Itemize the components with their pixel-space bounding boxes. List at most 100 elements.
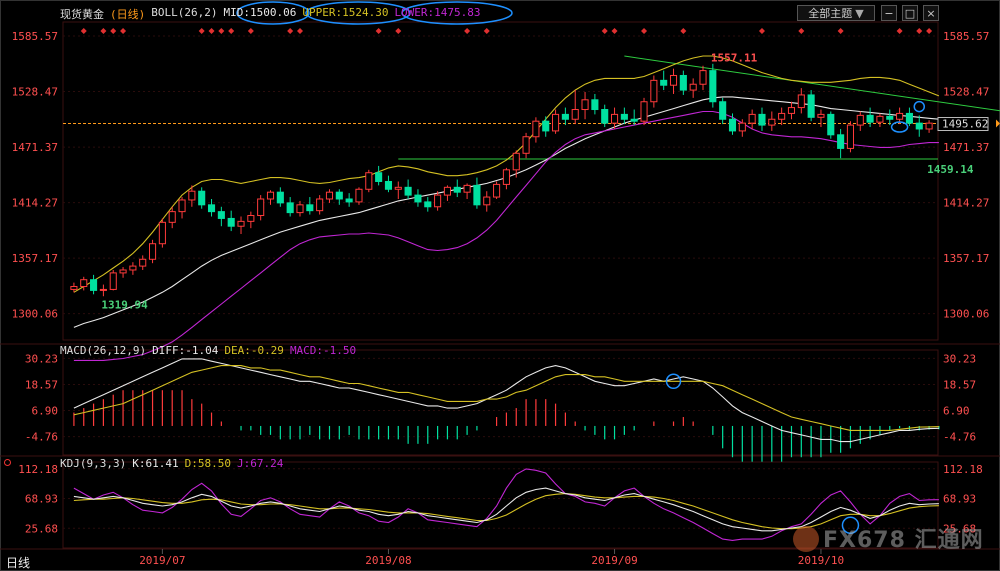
candle-body: [610, 113, 619, 124]
candle-body: [207, 204, 216, 213]
candle-body: [837, 134, 845, 149]
boll-lower-value: LOWER:1475.83: [394, 6, 481, 19]
y-tick-right: 1300.06: [943, 308, 989, 321]
signal-diamond-icon: [247, 28, 254, 34]
candle-body: [483, 196, 491, 206]
kdj-indicator-label[interactable]: KDJ(9,3,3): [60, 457, 126, 470]
close-button[interactable]: ×: [923, 5, 939, 21]
candle-body: [90, 279, 98, 291]
signal-diamond-icon: [296, 28, 303, 34]
theme-dropdown-label: 全部主题: [808, 7, 853, 20]
candle-body: [925, 122, 933, 130]
boll-upper-value: UPPER:1524.30: [302, 6, 389, 19]
panel-border-0: [62, 21, 939, 341]
y-tick-right: 1471.37: [943, 141, 989, 154]
signal-diamond-icon: [100, 28, 107, 34]
minimize-button[interactable]: −: [881, 5, 897, 21]
candle-body: [316, 198, 324, 212]
candlestick-panel[interactable]: 1557.11 1319.94 1459.14 1495.62: [63, 28, 1000, 361]
boll-mid-line: [73, 96, 939, 328]
kdj-d-value: D:58.50: [184, 457, 231, 470]
candle-body: [807, 94, 815, 118]
candle-body: [463, 184, 471, 193]
macd-dea-value: DEA:-0.29: [224, 344, 284, 357]
signal-diamond-icon: [120, 28, 127, 34]
y-tick-left: 1414.27: [12, 197, 58, 210]
signal-diamond-icon: [228, 28, 235, 34]
candle-body: [620, 113, 628, 120]
candle-body: [306, 204, 314, 212]
candle-body: [198, 190, 206, 206]
candle-body: [375, 172, 383, 182]
y-tick-left: 112.18: [18, 463, 58, 476]
signal-diamond-icon: [641, 28, 648, 34]
boll-indicator-label[interactable]: BOLL(26,2): [151, 6, 217, 22]
signal-diamond-icon: [926, 28, 933, 34]
candle-body: [227, 217, 235, 227]
x-tick-label: 2019/07: [139, 554, 185, 567]
candle-body: [738, 122, 746, 132]
grid-and-axes: 1585.57 1585.57 1528.47 1528.47 1471.37 1471.…: [12, 30, 990, 567]
candle-body: [257, 198, 265, 217]
signal-diamond-icon: [208, 28, 215, 34]
watermark-text: FX678 汇通网: [823, 528, 984, 553]
candle-body: [512, 152, 520, 171]
y-tick-left: 1585.57: [12, 30, 58, 43]
candle-body: [552, 113, 560, 132]
candle-body: [669, 74, 678, 86]
y-tick-left: 1357.17: [12, 252, 58, 265]
candle-body: [119, 269, 127, 274]
signal-diamond-icon: [680, 28, 687, 34]
y-tick-left: 1528.47: [12, 86, 58, 99]
y-tick-left: 68.93: [25, 493, 58, 506]
candle-body: [129, 265, 137, 271]
candle-body: [502, 169, 510, 185]
candle-body: [896, 112, 904, 120]
x-tick-label: 2019/09: [591, 554, 637, 567]
chart-stage[interactable]: 1585.57 1585.57 1528.47 1528.47 1471.37 1471.…: [0, 0, 1000, 571]
y-tick-left: 30.23: [25, 352, 58, 365]
kdj-k-value: K:61.41: [132, 457, 179, 470]
y-tick-left: 1471.37: [12, 141, 58, 154]
panel-border-1: [62, 349, 939, 456]
macd-indicator-label[interactable]: MACD(26,12,9): [60, 344, 146, 357]
candle-body: [237, 220, 245, 227]
price-annotation: 1459.14: [927, 163, 974, 176]
theme-dropdown[interactable]: 全部主题 ▼: [797, 5, 875, 21]
candle-body: [728, 118, 737, 132]
symbol-name: 现货黄金: [60, 8, 104, 21]
period-tab-daily[interactable]: 日线: [6, 554, 30, 571]
candle-body: [778, 112, 786, 120]
candle-body: [532, 120, 540, 138]
signal-diamond-icon: [896, 28, 903, 34]
y-tick-right: -4.76: [943, 431, 976, 444]
candle-body: [443, 186, 451, 196]
candle-body: [817, 113, 825, 118]
watermark-logo: FX678 汇通网: [793, 522, 984, 554]
period-label: (日线): [110, 8, 146, 21]
candle-body: [296, 204, 304, 214]
candle-body: [70, 286, 78, 290]
candle-body: [650, 79, 658, 103]
maximize-button[interactable]: □: [902, 5, 918, 21]
candle-body: [679, 74, 687, 91]
candle-body: [345, 198, 353, 203]
fx678-logo-icon: [793, 526, 819, 552]
x-tick-label: 2019/08: [365, 554, 411, 567]
kdj-j-value: J:67.24: [236, 457, 284, 470]
kdj-indicator-dot-icon[interactable]: [4, 459, 11, 466]
candle-body: [178, 199, 186, 213]
candle-body: [866, 114, 874, 123]
y-tick-right: 68.93: [943, 493, 976, 506]
candle-body: [384, 180, 393, 190]
candle-body: [80, 279, 88, 288]
signal-diamond-icon: [798, 28, 805, 34]
price-annotation: 1319.94: [101, 298, 148, 311]
boll-mid-value: MID:1500.06: [223, 6, 297, 19]
panel-frames: [0, 0, 1000, 571]
y-tick-right: 1357.17: [943, 252, 989, 265]
candle-body: [276, 191, 284, 204]
y-tick-left: 6.90: [32, 405, 59, 418]
candle-body: [768, 118, 776, 126]
candle-body: [660, 79, 668, 86]
